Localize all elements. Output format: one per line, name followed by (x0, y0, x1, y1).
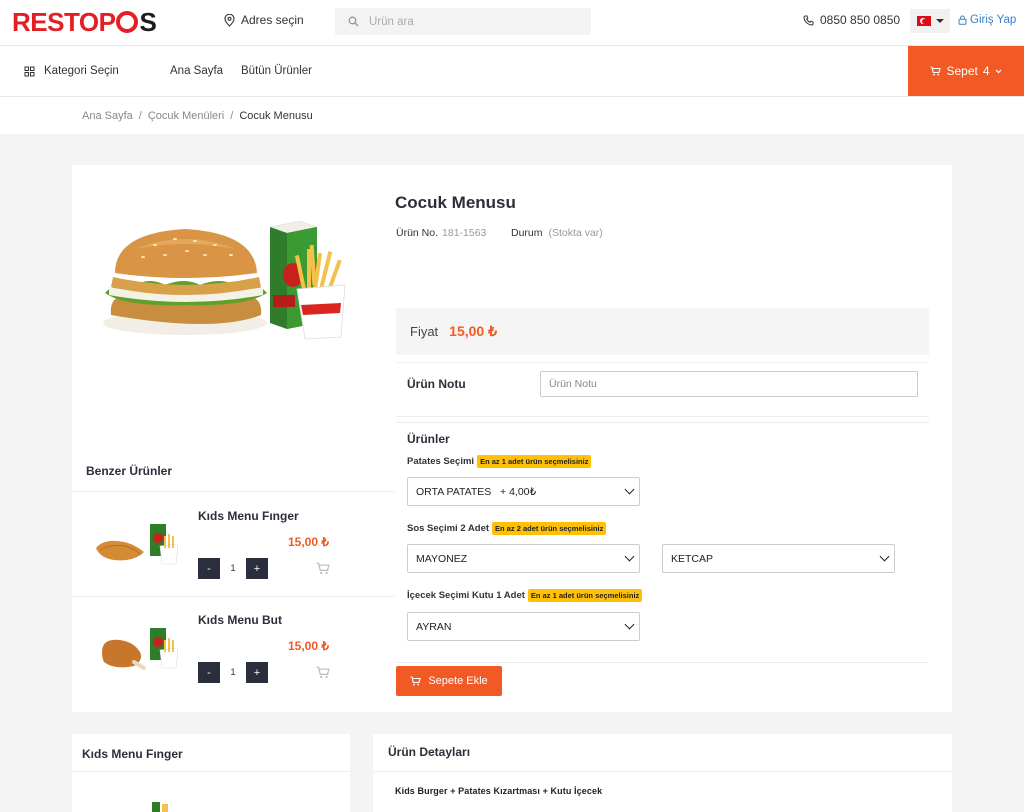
decrease-button[interactable]: - (198, 558, 220, 579)
option-group-label: Sos Seçimi 2 Adet (407, 523, 490, 534)
search-box[interactable] (335, 8, 591, 35)
similar-product-image (96, 524, 179, 565)
product-note-label: Ürün Notu (407, 377, 466, 391)
similar-products-title: Benzer Ürünler (86, 464, 173, 478)
chevron-down-icon (879, 551, 890, 562)
select-value: MAYONEZ (416, 552, 468, 565)
chevron-down-icon (995, 69, 1001, 73)
cart-label: Sepet (946, 64, 978, 78)
product-title: Cocuk Menusu (395, 193, 516, 212)
nav-link-all-products[interactable]: Bütün Ürünler (241, 65, 312, 77)
location-pin-icon (224, 13, 235, 27)
decrease-button[interactable]: - (198, 662, 220, 683)
sauce-select-1[interactable]: MAYONEZ (407, 544, 640, 573)
search-input[interactable] (369, 15, 569, 28)
cart-icon (410, 676, 422, 686)
similar-product-image (102, 628, 179, 670)
price-value: 15,00 ₺ (449, 323, 498, 339)
add-to-cart-button[interactable]: Sepete Ekle (396, 666, 502, 696)
similar-product-price: 15,00 ₺ (288, 535, 329, 549)
sauce-select-2[interactable]: KETCAP (662, 544, 895, 573)
required-badge: En az 1 adet ürün seçmelisiniz (477, 455, 592, 468)
language-selector[interactable] (910, 9, 950, 33)
lock-icon (958, 15, 967, 25)
quantity-value[interactable]: 1 (220, 563, 246, 574)
quantity-value[interactable]: 1 (220, 667, 246, 678)
login-link[interactable]: Giriş Yap (958, 14, 1016, 26)
add-cart-icon[interactable] (316, 562, 330, 575)
address-selector[interactable]: Adres seçin (224, 13, 304, 27)
similar-product-price: 15,00 ₺ (288, 639, 329, 653)
option-group-label: Patates Seçimi (407, 456, 475, 467)
logo-ring (116, 11, 139, 33)
breadcrumb: Ana Sayfa / Çocuk Menüleri / Cocuk Menus… (82, 110, 313, 122)
related-product-image (152, 802, 168, 812)
option-group-label: İçecek Seçimi Kutu 1 Adet (407, 590, 525, 601)
phone-icon (803, 15, 814, 26)
divider (373, 771, 952, 772)
cart-button[interactable]: Sepet 4 (908, 46, 1024, 96)
divider (72, 771, 350, 772)
required-badge: En az 2 adet ürün seçmelisiniz (492, 522, 607, 535)
option-group-sauce: Sos Seçimi 2 Adet En az 2 adet ürün seçm… (407, 522, 607, 535)
phone-contact[interactable]: 0850 850 0850 (803, 13, 900, 27)
chevron-down-icon (624, 484, 635, 495)
product-sku: Ürün No. 181-1563 (396, 227, 486, 239)
breadcrumb-separator: / (138, 110, 142, 122)
chevron-down-icon (624, 619, 635, 630)
options-title: Ürünler (407, 432, 450, 446)
search-icon (348, 16, 359, 27)
select-value: ORTA PATATES + 4,00₺ (416, 485, 537, 498)
product-note-input[interactable] (540, 371, 918, 397)
add-cart-icon[interactable] (316, 666, 330, 679)
price-box: Fiyat 15,00 ₺ (396, 308, 929, 355)
select-value: KETCAP (671, 552, 714, 565)
restopos-logo[interactable]: RESTOP S (12, 7, 157, 37)
drink-select[interactable]: AYRAN (407, 612, 640, 641)
logo-text-right: S (139, 7, 157, 37)
phone-number: 0850 850 0850 (820, 13, 901, 27)
fries-select[interactable]: ORTA PATATES + 4,00₺ (407, 477, 640, 506)
category-label: Kategori Seçin (44, 65, 119, 77)
breadcrumb-separator: / (230, 110, 234, 122)
similar-product-name[interactable]: Kıds Menu Fınger (198, 509, 299, 523)
related-product-title: Kıds Menu Fınger (82, 747, 183, 761)
option-group-fries: Patates Seçimi En az 1 adet ürün seçmeli… (407, 455, 592, 468)
select-value: AYRAN (416, 620, 452, 633)
address-label: Adres seçin (241, 13, 304, 27)
required-badge: En az 1 adet ürün seçmelisiniz (527, 589, 643, 602)
product-details-text: Kids Burger + Patates Kızartması + Kutu … (395, 786, 603, 796)
related-product-card (72, 734, 350, 812)
breadcrumb-category[interactable]: Çocuk Menüleri (148, 110, 224, 122)
cart-icon (930, 66, 942, 76)
product-details-title: Ürün Detayları (388, 745, 471, 759)
chevron-down-icon (624, 551, 635, 562)
nav-link-home[interactable]: Ana Sayfa (170, 65, 223, 77)
grid-icon (24, 66, 35, 76)
cart-count: 4 (982, 64, 990, 78)
breadcrumb-home[interactable]: Ana Sayfa (82, 110, 133, 122)
add-to-cart-label: Sepete Ekle (428, 675, 488, 687)
sku-label: Ürün No. (396, 227, 439, 239)
status-value: (Stokta var) (548, 227, 603, 239)
product-image (103, 221, 346, 340)
increase-button[interactable]: + (246, 558, 268, 579)
increase-button[interactable]: + (246, 662, 268, 683)
status-label: Durum (511, 227, 543, 239)
turkey-flag-icon (916, 16, 931, 26)
breadcrumb-current: Cocuk Menusu (239, 110, 313, 122)
logo-text-left: RESTOP (12, 7, 116, 37)
product-status: Durum (Stokta var) (511, 227, 603, 239)
caret-down-icon (935, 19, 944, 23)
sku-value: 181-1563 (442, 227, 487, 239)
option-group-drink: İçecek Seçimi Kutu 1 Adet En az 1 adet ü… (407, 589, 643, 602)
main-nav (0, 46, 1024, 97)
quantity-stepper: - 1 + (198, 558, 268, 579)
login-label: Giriş Yap (970, 14, 1017, 26)
category-selector[interactable]: Kategori Seçin (24, 65, 119, 77)
quantity-stepper: - 1 + (198, 662, 268, 683)
similar-product-name[interactable]: Kıds Menu But (198, 613, 282, 627)
price-label: Fiyat (410, 324, 439, 339)
